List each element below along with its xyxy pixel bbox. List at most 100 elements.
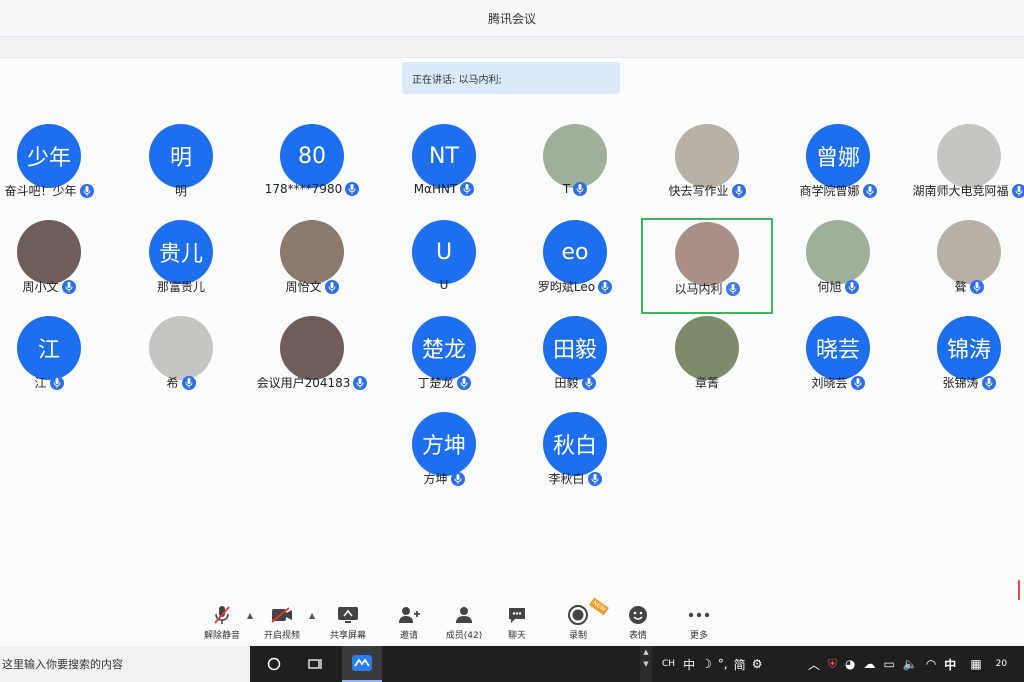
mic-icon [969,279,984,294]
participant-tile[interactable]: 快去写作业 [641,122,773,218]
participant-name: 张锦涛 [942,376,979,390]
participant-name-row: 章菁 [641,374,773,391]
participant-name: T [562,182,571,196]
add-user-icon [398,604,420,626]
participant-tile[interactable]: 以马内利 [641,218,773,314]
participant-name: 会议用户204183 [256,376,351,390]
participant-grid: 少年 奋斗吧！少年明明 80 178****7980 NT MαHNT T 快去写作业 曾娜 商学… [0,0,1024,600]
shield-icon[interactable]: ⛨ [828,657,837,672]
participant-name-row: 以马内利 [643,280,771,297]
participant-tile[interactable]: 方坤 方坤 [378,410,510,506]
video-caret-icon[interactable]: ▲ [309,611,315,620]
more-button[interactable]: 更多 [671,604,727,644]
mic-icon [460,182,475,196]
tencent-meeting-taskbar-icon[interactable] [342,646,382,682]
moon-icon[interactable]: ☽ [701,657,712,671]
wifi-icon[interactable]: ◠ [926,657,936,671]
participant-avatar: 秋白 [543,412,607,476]
cloud-icon[interactable]: ☁ [864,657,876,671]
participant-name: 快去写作业 [668,184,729,198]
mic-icon [324,279,339,294]
ime-chinese-mode[interactable]: 中 [683,656,695,673]
mic-icon [353,375,368,390]
participant-tile[interactable]: T [509,122,641,218]
participant-name: 刘晓芸 [811,376,848,390]
participant-tile[interactable]: 曾娜 商学院曾娜 [772,122,904,218]
participant-name: 周小文 [22,280,59,294]
participant-tile[interactable]: 少年 奋斗吧！少年 [0,122,115,218]
participant-avatar: 楚龙 [412,316,476,380]
participant-name-row: 刘晓芸 [772,374,904,391]
task-view-icon[interactable] [303,646,329,682]
mic-icon [49,375,64,390]
chat-button[interactable]: 聊天 [489,604,545,644]
participant-tile[interactable]: 湖南师大电竞阿福 [903,122,1024,218]
participant-avatar: U [412,220,476,284]
participant-tile[interactable]: 田毅 田毅 [509,314,641,410]
members-button[interactable]: 成员(42) [436,604,492,644]
mic-icon [981,375,996,390]
participant-tile[interactable]: 江江 [0,314,115,410]
clock-text[interactable]: 20 [996,659,1007,669]
ime-ch-indicator[interactable]: CH [662,659,675,669]
punctuation-icon[interactable]: °, [718,657,728,671]
participant-tile[interactable]: 周怡文 [246,218,378,314]
participant-tile[interactable]: eo 罗昀斌Leo [509,218,641,314]
mic-icon [181,375,196,390]
mic-icon [581,375,596,390]
participant-name-row: 周小文 [0,278,115,295]
system-tray: ︿ ⛨ ◕ ☁ ▭ 🔈 ◠ 中 ▦ 20 [808,646,1007,682]
participant-name: 罗昀斌Leo [537,280,596,294]
ime-grid-icon[interactable]: ▦ [970,657,981,671]
participant-name: 田毅 [554,376,579,390]
unmute-caret-icon[interactable]: ▲ [247,611,253,620]
cortana-icon[interactable] [262,646,286,682]
participant-name-row: 聱 [903,278,1024,295]
participant-tile[interactable]: 80 178****7980 [246,122,378,218]
participant-tile[interactable]: 章菁 [641,314,773,410]
participant-avatar: 曾娜 [806,124,870,188]
participant-name-row: 商学院曾娜 [772,182,904,199]
participant-tile[interactable]: 秋白 李秋白 [509,410,641,506]
participant-tile[interactable]: 锦涛 张锦涛 [903,314,1024,410]
participant-name: 明 [174,184,187,198]
participant-tile[interactable]: 晓芸 刘晓芸 [772,314,904,410]
taskbar-scroll-handle[interactable]: ▲ ▼ [640,646,652,682]
participant-avatar: 贵儿 [149,220,213,284]
ime-simplified[interactable]: 简 [734,656,746,673]
participant-tile[interactable]: 明明 [115,122,247,218]
participant-tile[interactable]: 希 [115,314,247,410]
invite-button[interactable]: 邀请 [381,604,437,644]
participant-avatar: 田毅 [543,316,607,380]
participant-avatar [937,220,1001,284]
participant-tile[interactable]: 贵儿 那富贵儿 [115,218,247,314]
unmute-button[interactable]: 解除静音 [194,604,250,644]
more-dots-icon [688,604,710,626]
chat-icon [507,604,527,626]
taskbar-search-box[interactable]: 这里输入你要搜索的内容 [0,646,250,682]
participant-tile[interactable]: 何旭 [772,218,904,314]
participant-name: 丁楚龙 [417,376,454,390]
show-hidden-icons-chevron[interactable]: ︿ [808,656,820,673]
emoji-button[interactable]: 表情 [610,604,666,644]
ime-settings-icon[interactable]: ⚙ [752,657,763,671]
participant-tile[interactable]: 聱 [903,218,1024,314]
qq-icon[interactable]: ◕ [845,657,855,671]
participant-tile[interactable]: 会议用户204183 [246,314,378,410]
participant-avatar: NT [412,124,476,188]
input-language[interactable]: 中 [944,656,956,673]
participant-tile[interactable]: 楚龙 丁楚龙 [378,314,510,410]
meeting-toolbar: 解除静音 ▲ 开启视频 ▲ 共享屏幕 邀请 成员(42) 聊天 录制 NEW 表… [0,597,1024,646]
participant-name-row: 江 [0,374,115,391]
participant-name-row: 李秋白 [509,470,641,487]
start-video-button[interactable]: 开启视频 [254,604,310,644]
participant-name-row: 178****7980 [246,182,378,196]
participant-tile[interactable]: UU [378,218,510,314]
participant-name: 周怡文 [285,280,322,294]
battery-icon[interactable]: ▭ [884,657,895,671]
volume-icon[interactable]: 🔈 [903,657,918,671]
participant-tile[interactable]: 周小文 [0,218,115,314]
participant-tile[interactable]: NT MαHNT [378,122,510,218]
share-screen-button[interactable]: 共享屏幕 [320,604,376,644]
participant-name-row: 方坤 [378,470,510,487]
